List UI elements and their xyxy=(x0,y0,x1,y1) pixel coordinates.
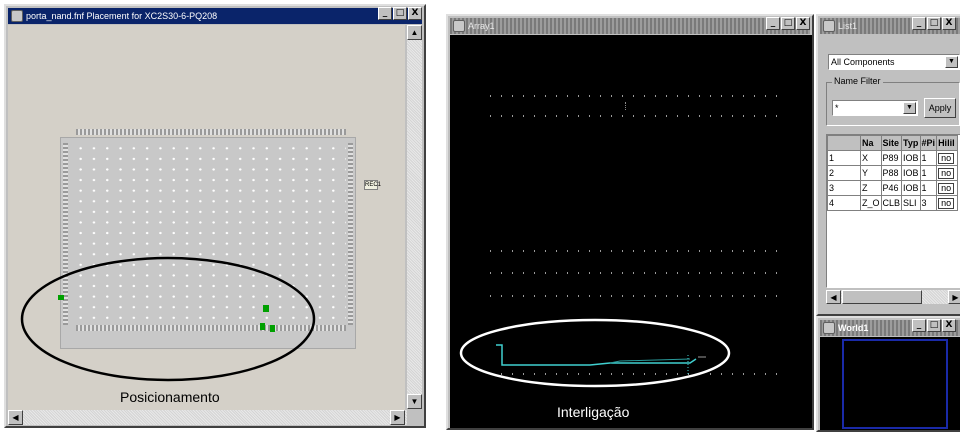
cell-site: P88 xyxy=(880,165,903,181)
table-header-cell[interactable]: #Pi xyxy=(919,135,938,151)
highlight-ellipse xyxy=(20,256,316,382)
scroll-down-button[interactable]: ▼ xyxy=(407,394,422,409)
apply-button[interactable]: Apply xyxy=(924,98,956,118)
array-title-bar[interactable]: Array1 xyxy=(450,18,810,34)
name-filter-label: Name Filter xyxy=(832,76,883,86)
maximize-button[interactable]: □ xyxy=(927,17,941,30)
cell-highlight[interactable]: no xyxy=(936,150,959,166)
cell-site: P46 xyxy=(880,180,903,196)
world-canvas[interactable] xyxy=(820,337,960,430)
size-grip[interactable] xyxy=(407,410,422,425)
row-number: 2 xyxy=(827,165,861,181)
scroll-thumb[interactable] xyxy=(842,290,922,304)
table-header-row: Na Site Typ #Pi HiliI xyxy=(827,135,959,151)
vertical-scrollbar[interactable] xyxy=(407,25,422,409)
components-table-frame: Na Site Typ #Pi HiliI 1 X P89 IOB 1 no 2 xyxy=(826,134,960,288)
cell-name: X xyxy=(860,150,882,166)
cell-highlight[interactable]: no xyxy=(936,180,959,196)
row-number: 4 xyxy=(827,195,861,211)
table-header-cell[interactable]: HiliI xyxy=(936,135,959,151)
cell-site: P89 xyxy=(880,150,903,166)
close-button[interactable]: X xyxy=(408,7,422,20)
right-pin-col xyxy=(348,143,353,325)
app-icon xyxy=(823,322,835,334)
caption-posicionamento: Posicionamento xyxy=(120,389,220,405)
world-window: World1 _ □ X xyxy=(816,316,960,432)
cell-type: IOB xyxy=(901,150,921,166)
table-row[interactable]: 2 Y P88 IOB 1 no xyxy=(827,165,959,181)
placement-window: porta_nand.fnf Placement for XC2S30-6-PQ… xyxy=(4,4,426,428)
chevron-down-icon[interactable]: ▼ xyxy=(945,56,958,68)
cell-name: Y xyxy=(860,165,882,181)
minimize-button[interactable]: _ xyxy=(766,17,780,30)
component-filter-value: All Components xyxy=(831,57,895,67)
minimize-button[interactable]: _ xyxy=(912,17,926,30)
list-window: List1 _ □ X All Components ▼ Name Filter… xyxy=(816,14,960,316)
name-filter-value: * xyxy=(835,103,839,113)
cell-type: IOB xyxy=(901,165,921,181)
horizontal-scrollbar[interactable] xyxy=(8,410,407,425)
placement-canvas[interactable]: REC1 Posicionamento xyxy=(8,25,405,411)
cell-site: CLB xyxy=(880,195,903,211)
table-header-cell[interactable] xyxy=(827,135,861,151)
close-button[interactable]: X xyxy=(942,17,956,30)
row-number: 3 xyxy=(827,180,861,196)
minimize-button[interactable]: _ xyxy=(912,319,926,332)
cell-type: SLI xyxy=(901,195,921,211)
maximize-button[interactable]: □ xyxy=(781,17,795,30)
scroll-right-button[interactable]: ▶ xyxy=(948,290,960,304)
cell-type: IOB xyxy=(901,180,921,196)
table-row[interactable]: 4 Z_O CLB SLI 3 no xyxy=(827,195,959,211)
table-header-cell[interactable]: Site xyxy=(880,135,903,151)
app-icon xyxy=(453,20,465,32)
name-filter-input[interactable]: * ▼ xyxy=(832,100,918,116)
table-row[interactable]: 1 X P89 IOB 1 no xyxy=(827,150,959,166)
component-filter-select[interactable]: All Components ▼ xyxy=(828,54,960,70)
cell-name: Z_O xyxy=(860,195,882,211)
routing-net xyxy=(459,318,731,388)
table-row[interactable]: 3 Z P46 IOB 1 no xyxy=(827,180,959,196)
scroll-left-button[interactable]: ◀ xyxy=(826,290,841,304)
maximize-button[interactable]: □ xyxy=(927,319,941,332)
scroll-left-button[interactable]: ◀ xyxy=(8,410,23,425)
top-pin-row xyxy=(76,129,346,135)
scroll-up-button[interactable]: ▲ xyxy=(407,25,422,40)
cell-highlight[interactable]: no xyxy=(936,165,959,181)
list-title: List1 xyxy=(838,21,858,31)
app-icon xyxy=(823,20,835,32)
cell-name: Z xyxy=(860,180,882,196)
cell-pins: 1 xyxy=(919,165,938,181)
components-table: Na Site Typ #Pi HiliI 1 X P89 IOB 1 no 2 xyxy=(827,135,959,211)
app-icon xyxy=(11,10,23,22)
cell-pins: 3 xyxy=(919,195,938,211)
world-title: World1 xyxy=(838,323,869,333)
caption-interligacao: Interligação xyxy=(557,404,630,420)
minimize-button[interactable]: _ xyxy=(378,7,392,20)
scroll-right-button[interactable]: ▶ xyxy=(390,410,405,425)
array-canvas[interactable]: Interligação xyxy=(450,35,812,428)
table-header-cell[interactable]: Typ xyxy=(901,135,921,151)
placement-title: porta_nand.fnf Placement for XC2S30-6-PQ… xyxy=(26,11,218,21)
chevron-down-icon[interactable]: ▼ xyxy=(903,102,916,114)
rect-label: REC1 xyxy=(364,180,382,190)
row-number: 1 xyxy=(827,150,861,166)
array-window: Array1 _ □ X Interligação xyxy=(446,14,814,430)
world-viewport-rect[interactable] xyxy=(842,339,948,429)
placement-title-bar[interactable]: porta_nand.fnf Placement for XC2S30-6-PQ… xyxy=(8,8,422,24)
cell-highlight[interactable]: no xyxy=(936,195,959,211)
array-title: Array1 xyxy=(468,21,495,31)
close-button[interactable]: X xyxy=(942,319,956,332)
table-header-cell[interactable]: Na xyxy=(860,135,882,151)
cell-pins: 1 xyxy=(919,180,938,196)
maximize-button[interactable]: □ xyxy=(393,7,407,20)
close-button[interactable]: X xyxy=(796,17,810,30)
cell-pins: 1 xyxy=(919,150,938,166)
